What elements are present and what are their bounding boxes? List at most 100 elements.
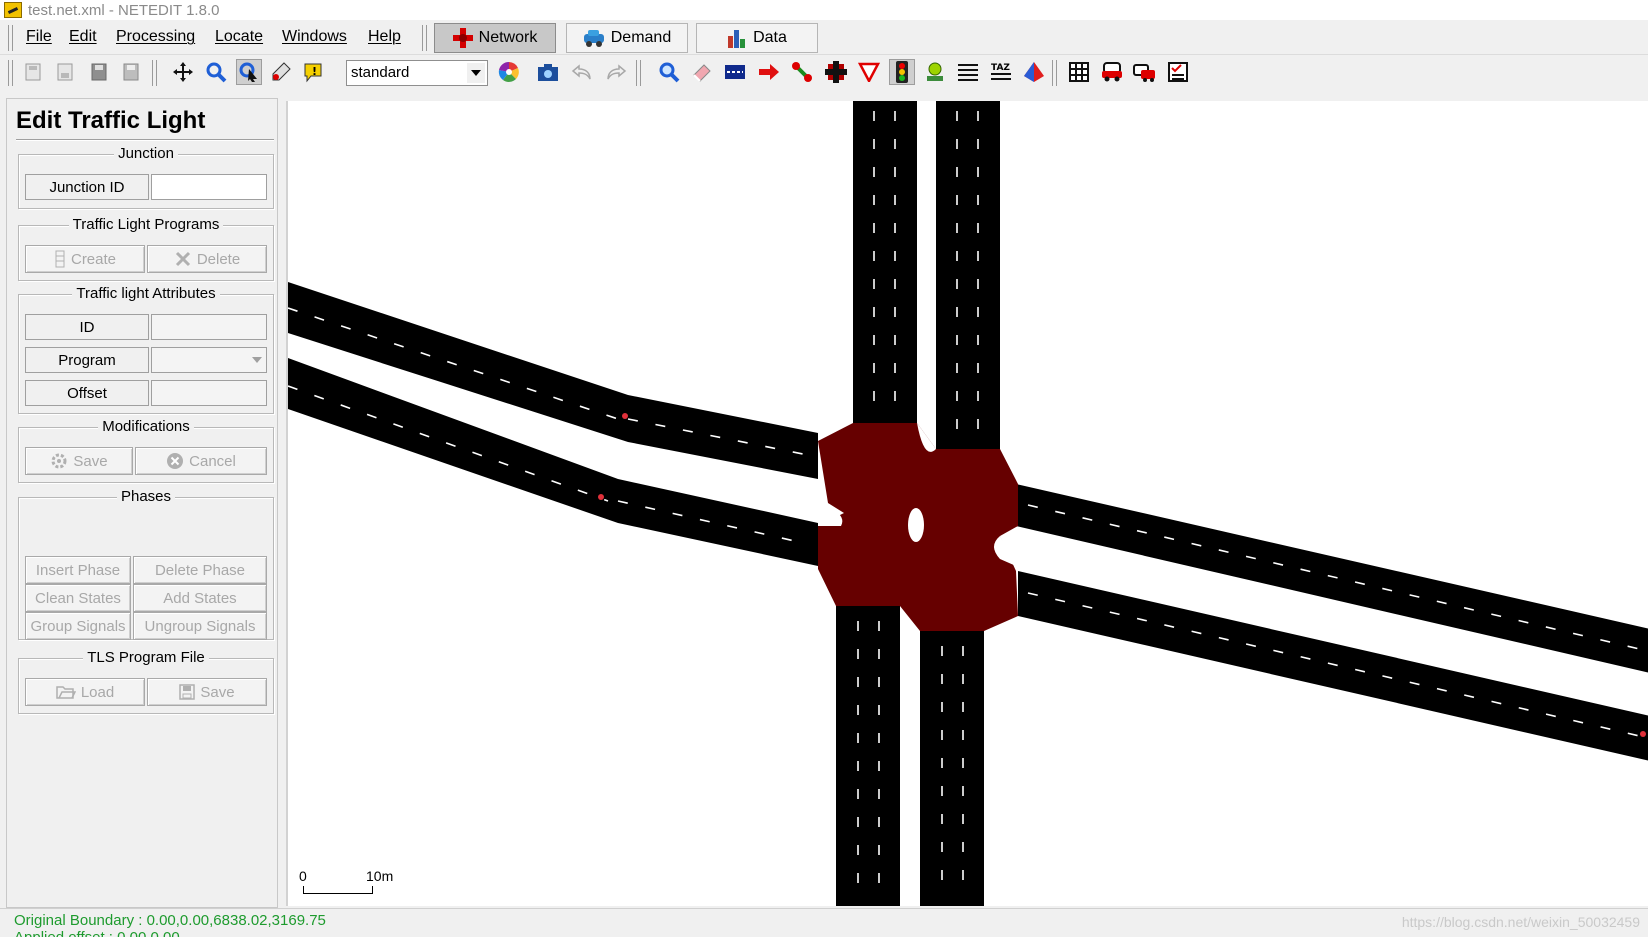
network-mode-button[interactable]: Network [434, 23, 556, 53]
create-program-button[interactable]: Create [25, 245, 145, 273]
inspect-icon[interactable] [656, 59, 682, 85]
group-signals-button[interactable]: Group Signals [25, 612, 131, 640]
save-tls-label: Save [200, 683, 235, 701]
detector-marker-2 [598, 494, 604, 500]
road-north-left[interactable] [853, 101, 917, 423]
color-scheme-value: standard [351, 64, 410, 81]
additional-icon[interactable] [922, 59, 948, 85]
save-tls-button[interactable]: Save [147, 678, 267, 706]
traffic-light-icon[interactable] [889, 59, 915, 85]
road-west-upper[interactable] [288, 282, 818, 479]
color-scheme-select[interactable]: standard [346, 60, 488, 86]
save-modifications-button[interactable]: Save [25, 447, 133, 475]
program-select[interactable] [151, 347, 267, 373]
toolbar-grip-2[interactable] [152, 60, 157, 86]
save-network-icon[interactable] [86, 59, 112, 85]
add-states-button[interactable]: Add States [133, 584, 267, 612]
road-north-right[interactable] [936, 101, 1000, 449]
menu-locate[interactable]: Locate [215, 28, 263, 46]
status-bar: Original Boundary : 0.00,0.00,6838.02,31… [0, 908, 1648, 937]
panel-divider [16, 139, 274, 141]
delete-phase-button[interactable]: Delete Phase [133, 556, 267, 584]
ungroup-signals-button[interactable]: Ungroup Signals [133, 612, 267, 640]
cancel-icon [167, 453, 184, 469]
color-wheel-icon[interactable] [496, 59, 522, 85]
recompute-icon[interactable] [268, 59, 294, 85]
menu-edit[interactable]: Edit [69, 28, 97, 46]
clean-states-button[interactable]: Clean States [25, 584, 131, 612]
delete-icon[interactable] [689, 59, 715, 85]
demand-mode-label: Demand [610, 29, 672, 46]
phases-group: Phases Insert Phase Delete Phase Clean S… [18, 488, 274, 640]
demand-mode-button[interactable]: Demand [566, 23, 688, 53]
grid-icon[interactable] [1066, 59, 1092, 85]
title-bar: test.net.xml - NETEDIT 1.8.0 [0, 0, 1648, 20]
locate-icon[interactable] [236, 59, 262, 85]
cancel-modifications-button[interactable]: Cancel [135, 447, 267, 475]
delete-program-label: Delete [196, 250, 241, 268]
svg-text:!: ! [312, 65, 317, 78]
programs-group-label: Traffic Light Programs [68, 216, 224, 233]
save-modifications-label: Save [73, 452, 108, 470]
demand-icon [583, 30, 604, 47]
modifications-group: Modifications Save Cancel [18, 418, 274, 483]
delete-program-button[interactable]: Delete [147, 245, 267, 273]
original-boundary-text: Original Boundary : 0.00,0.00,6838.02,31… [14, 912, 326, 929]
move-icon[interactable] [170, 59, 196, 85]
taz-icon[interactable]: TAZ [988, 59, 1014, 85]
crossing-icon[interactable] [955, 59, 981, 85]
chevron-down-icon [252, 357, 262, 363]
toolbar-grip[interactable] [8, 60, 13, 86]
tls-program-file-group: TLS Program File Load Save [18, 649, 274, 714]
junction-center-island [908, 508, 924, 542]
checklist-icon[interactable] [1165, 59, 1191, 85]
redo-icon[interactable] [603, 59, 629, 85]
panel-title: Edit Traffic Light [16, 107, 206, 134]
save-as-icon[interactable] [118, 59, 144, 85]
menu-processing[interactable]: Processing [116, 28, 195, 46]
toolbar-grip-3[interactable] [636, 60, 641, 86]
vehicle-icon[interactable] [1099, 59, 1125, 85]
chevron-down-icon[interactable] [467, 63, 485, 83]
vehicles-icon[interactable] [1132, 59, 1158, 85]
scale-start-label: 0 [299, 868, 307, 884]
shape-icon[interactable] [1021, 59, 1047, 85]
open-network-icon[interactable] [52, 59, 78, 85]
road-south-left[interactable] [836, 606, 900, 906]
taz-label: TAZ [991, 63, 1010, 73]
applied-offset-text: Applied offset : 0.00,0.00 [14, 929, 180, 937]
move-element-icon[interactable] [756, 59, 782, 85]
junction-id-field[interactable] [151, 174, 267, 200]
data-mode-label: Data [753, 29, 787, 46]
insert-phase-button[interactable]: Insert Phase [25, 556, 131, 584]
netedit-app-icon [4, 2, 22, 18]
menu-windows[interactable]: Windows [282, 28, 347, 46]
data-chart-icon [728, 30, 746, 48]
create-edge-icon[interactable] [789, 59, 815, 85]
road-south-right[interactable] [920, 631, 984, 906]
tooltip-icon[interactable]: ! [300, 59, 326, 85]
network-canvas[interactable]: 0 10m [286, 101, 1648, 906]
new-network-icon[interactable] [20, 59, 46, 85]
load-tls-button[interactable]: Load [25, 678, 145, 706]
connections-icon[interactable] [823, 59, 849, 85]
junction-id-label: Junction ID [25, 174, 149, 200]
traffic-light-attributes-group: Traffic light Attributes ID Program Offs… [18, 285, 274, 414]
select-icon[interactable] [722, 59, 748, 85]
offset-field[interactable] [151, 380, 267, 406]
scale-end-label: 10m [366, 868, 394, 884]
zoom-icon[interactable] [203, 59, 229, 85]
floppy-icon [179, 684, 196, 700]
menu-grip[interactable] [8, 25, 13, 51]
prohibitions-icon[interactable] [856, 59, 882, 85]
menu-file[interactable]: File [26, 28, 52, 46]
detector-marker-1 [622, 413, 628, 419]
mode-grip[interactable] [422, 25, 427, 51]
toolbar-grip-4[interactable] [1052, 60, 1057, 86]
screenshot-icon[interactable] [535, 59, 561, 85]
edit-traffic-light-panel: Edit Traffic Light Junction Junction ID … [6, 98, 278, 908]
data-mode-button[interactable]: Data [696, 23, 818, 53]
attribute-id-field[interactable] [151, 314, 267, 340]
undo-icon[interactable] [569, 59, 595, 85]
menu-help[interactable]: Help [368, 28, 401, 46]
